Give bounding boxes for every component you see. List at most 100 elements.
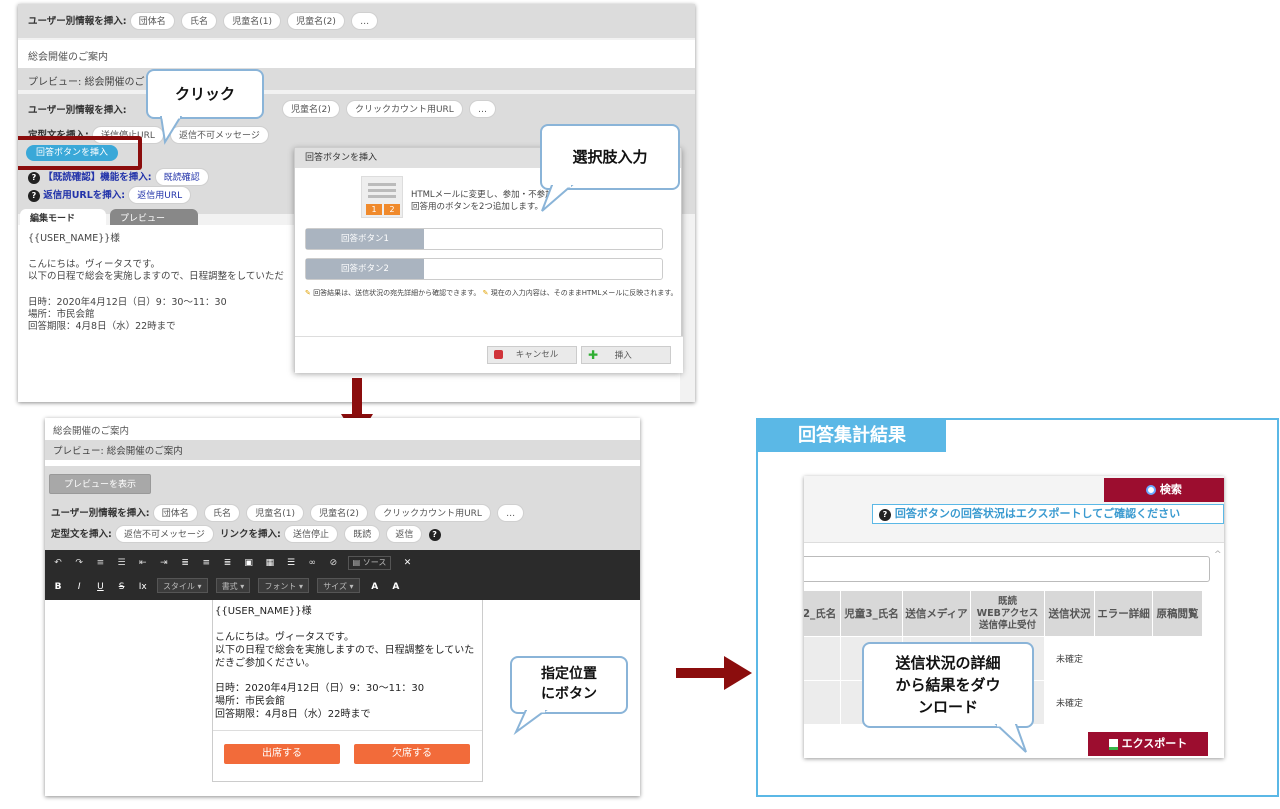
- bullet-list-icon[interactable]: ☰: [115, 556, 129, 570]
- chip-link-reply[interactable]: 返信: [386, 525, 423, 543]
- chip-child1[interactable]: 児童名(1): [223, 12, 281, 30]
- scroll-up-icon[interactable]: ^: [1214, 550, 1222, 560]
- answer-field-1[interactable]: 回答ボタン1: [305, 228, 663, 250]
- thumb-button-1: 1: [366, 204, 382, 215]
- chip-child1[interactable]: 児童名(1): [246, 504, 304, 522]
- chip-read-confirm[interactable]: 既読確認: [154, 168, 209, 186]
- table-cell: [804, 680, 841, 725]
- bottom-toolbar-area: プレビューを表示 ユーザー別情報を挿入: 団体名 氏名 児童名(1) 児童名(2…: [45, 466, 640, 550]
- chip-click-count-url[interactable]: クリックカウント用URL: [345, 100, 463, 118]
- body-line: 回答期限：4月8日（水）22時まで: [215, 709, 371, 720]
- chip-name[interactable]: 氏名: [204, 504, 241, 522]
- chip-click-count-url[interactable]: クリックカウント用URL: [374, 504, 491, 522]
- dialog-note-1: 回答結果は、送信状況の宛先詳細から確認できます。: [313, 289, 481, 297]
- export-notice: ? 回答ボタンの回答状況はエクスポートしてご確認ください: [872, 504, 1224, 524]
- chip-more-b[interactable]: …: [468, 100, 496, 118]
- link-label: リンクを挿入:: [220, 529, 281, 540]
- scrollbar[interactable]: [680, 225, 695, 402]
- chip-child2[interactable]: 児童名(2): [310, 504, 368, 522]
- callout-status-line1: 送信状況の詳細: [895, 654, 1001, 672]
- export-button[interactable]: エクスポート: [1088, 732, 1208, 756]
- text-color-icon[interactable]: A: [368, 580, 382, 594]
- style-select[interactable]: スタイル ▾: [156, 578, 208, 593]
- table-cell: [804, 636, 841, 681]
- cancel-button[interactable]: キャンセル: [487, 346, 577, 364]
- bold-icon[interactable]: B: [51, 580, 65, 594]
- chip-link-unsubscribe[interactable]: 送信停止: [284, 525, 339, 543]
- table-icon[interactable]: ▦: [263, 556, 277, 570]
- chip-reply-url[interactable]: 返信用URL: [128, 186, 192, 204]
- source-label: ソース: [362, 558, 387, 567]
- style-select-label: スタイル: [162, 582, 195, 591]
- callout-position: 指定位置 にボタン: [510, 656, 628, 714]
- image-icon[interactable]: ▣: [242, 556, 256, 570]
- callout-status-line2: から結果をダウ: [895, 676, 1001, 694]
- results-title: 回答集計結果: [758, 420, 946, 452]
- table-cell: 未確定: [1044, 636, 1095, 681]
- align-right-icon[interactable]: ≣: [221, 556, 235, 570]
- outdent-icon[interactable]: ⇤: [136, 556, 150, 570]
- source-button[interactable]: ▤ ソース: [347, 556, 392, 570]
- table-cell: [1094, 636, 1153, 681]
- format-select[interactable]: 書式 ▾: [215, 578, 251, 593]
- ordered-list-icon[interactable]: ≡: [93, 556, 107, 570]
- font-select-label: フォント: [264, 582, 297, 591]
- chip-child2[interactable]: 児童名(2): [287, 12, 345, 30]
- italic-icon[interactable]: I: [72, 580, 86, 594]
- pencil-icon: ✎: [482, 289, 489, 297]
- preview-show-button[interactable]: プレビューを表示: [49, 474, 151, 494]
- attend-button[interactable]: 出席する: [224, 744, 340, 764]
- table-cell: [1152, 680, 1203, 725]
- hr-icon[interactable]: ☰: [284, 556, 298, 570]
- chip-no-reply-msg[interactable]: 返信不可メッセージ: [115, 525, 214, 543]
- table-cell: [1152, 636, 1203, 681]
- bottom-subject-value: 総会開催のご案内: [53, 426, 130, 437]
- align-center-icon[interactable]: ≡: [199, 556, 213, 570]
- chip-child2-b[interactable]: 児童名(2): [282, 100, 340, 118]
- tab-preview[interactable]: プレビュー: [110, 209, 198, 225]
- insert-button[interactable]: ✚ 挿入: [581, 346, 671, 364]
- font-select[interactable]: フォント ▾: [258, 578, 309, 593]
- undo-icon[interactable]: ↶: [51, 556, 65, 570]
- bg-color-icon[interactable]: A: [389, 580, 403, 594]
- editor-content[interactable]: {{USER_NAME}}様 こんにちは。ヴィータスです。 以下の日程で総会を実…: [212, 600, 483, 782]
- answer-field-2[interactable]: 回答ボタン2: [305, 258, 663, 280]
- chip-group-name[interactable]: 団体名: [129, 12, 175, 30]
- clear-format-icon[interactable]: Ix: [136, 580, 150, 594]
- chip-name[interactable]: 氏名: [181, 12, 218, 30]
- body-line: {{USER_NAME}}様: [215, 606, 312, 617]
- bottom-subject-field[interactable]: 総会開催のご案内: [45, 418, 640, 440]
- source-icon: ▤: [352, 558, 361, 567]
- body-line: 以下の日程で総会を実施しますので、日程調整をしていた: [215, 645, 475, 654]
- subject-field[interactable]: 総会開催のご案内: [18, 40, 695, 68]
- callout-click: クリック: [146, 69, 264, 119]
- unlink-icon[interactable]: ⊘: [326, 556, 340, 570]
- insert-answer-button[interactable]: 回答ボタンを挿入: [26, 145, 118, 161]
- chip-more[interactable]: …: [497, 504, 525, 522]
- indent-icon[interactable]: ⇥: [157, 556, 171, 570]
- filter-input[interactable]: [804, 556, 1210, 582]
- link-icon[interactable]: ∞: [305, 556, 319, 570]
- preview-subject-bar: プレビュー: 総会開催のご: [18, 68, 695, 90]
- chip-link-read[interactable]: 既読: [344, 525, 381, 543]
- help-icon[interactable]: ?: [28, 190, 40, 202]
- align-left-icon[interactable]: ≣: [178, 556, 192, 570]
- maximize-icon[interactable]: ✕: [401, 556, 415, 570]
- col-header: 2_氏名: [804, 590, 841, 637]
- callout-position-tail: [513, 710, 548, 736]
- chip-group-name[interactable]: 団体名: [152, 504, 198, 522]
- right-arrow-icon: [676, 656, 752, 690]
- top-editor-panel: ユーザー別情報を挿入: 団体名 氏名 児童名(1) 児童名(2) … 総会開催の…: [18, 4, 695, 402]
- help-icon[interactable]: ?: [28, 172, 40, 184]
- callout-status-download: 送信状況の詳細 から結果をダウ ンロード: [862, 642, 1034, 728]
- chip-more[interactable]: …: [351, 12, 379, 30]
- tab-edit[interactable]: 編集モード: [20, 209, 106, 225]
- help-icon[interactable]: ?: [428, 529, 441, 541]
- size-select[interactable]: サイズ ▾: [317, 578, 360, 593]
- search-button[interactable]: 検索: [1104, 478, 1224, 502]
- read-confirm-label: 【既読確認】機能を挿入:: [43, 172, 152, 183]
- strike-icon[interactable]: S: [115, 580, 129, 594]
- absent-button[interactable]: 欠席する: [354, 744, 470, 764]
- underline-icon[interactable]: U: [93, 580, 107, 594]
- redo-icon[interactable]: ↷: [72, 556, 86, 570]
